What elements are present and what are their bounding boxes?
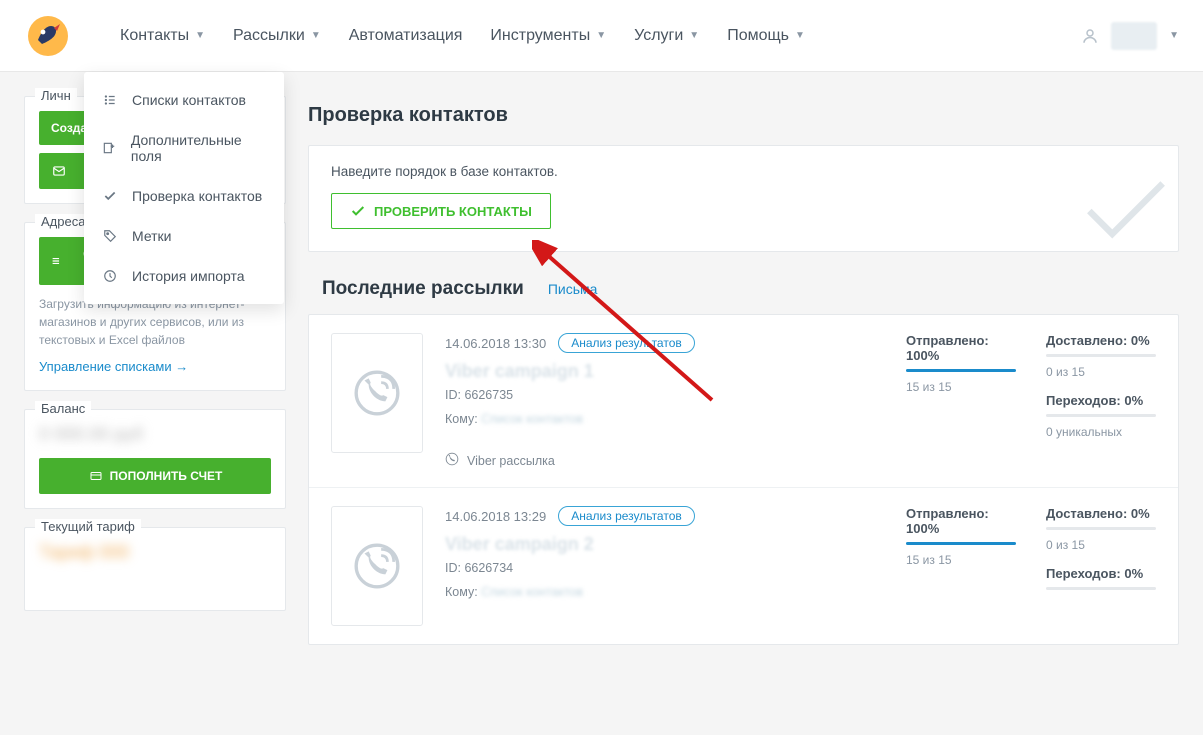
stat-delivered: Доставлено: 0% 0 из 15 Переходов: 0% bbox=[1046, 506, 1156, 598]
last-campaigns-title: Последние рассылки bbox=[322, 278, 524, 300]
page-title: Проверка контактов bbox=[308, 104, 1179, 127]
nav-item-5[interactable]: Помощь▼ bbox=[727, 27, 805, 45]
campaign-recipients: Кому: Список контактов bbox=[445, 585, 884, 599]
check-icon bbox=[102, 188, 118, 204]
campaign-type: Viber рассылка bbox=[445, 452, 884, 469]
campaign-id: ID: 6626735 bbox=[445, 388, 884, 402]
panel-legend: Баланс bbox=[35, 401, 91, 416]
nav-item-0[interactable]: Контакты▼ bbox=[120, 27, 205, 45]
stat-sent: Отправлено: 100% 15 из 15 bbox=[906, 506, 1016, 598]
caret-down-icon: ▼ bbox=[689, 30, 699, 41]
sidebar-panel-balance: Баланс 0 000.00 руб ПОПОЛНИТЬ СЧЕТ bbox=[24, 409, 286, 509]
nav-item-2[interactable]: Автоматизация bbox=[349, 27, 463, 45]
check-contacts-button[interactable]: ПРОВЕРИТЬ КОНТАКТЫ bbox=[331, 193, 551, 229]
caret-down-icon: ▼ bbox=[596, 30, 606, 41]
card-icon bbox=[88, 470, 104, 482]
campaign-name-blurred[interactable]: Viber campaign 1 bbox=[445, 361, 884, 382]
user-menu[interactable]: ▼ bbox=[1081, 22, 1179, 50]
list-icon bbox=[51, 255, 61, 267]
tariff-name-blurred: Тариф 000 bbox=[39, 542, 271, 566]
check-hint: Наведите порядок в базе контактов. bbox=[331, 164, 1156, 179]
main-content: Проверка контактов Наведите порядок в ба… bbox=[308, 96, 1179, 645]
nav-item-1[interactable]: Рассылки▼ bbox=[233, 27, 321, 45]
campaign-row: 14.06.2018 13:30 Анализ результатов Vibe… bbox=[309, 315, 1178, 488]
nav-item-4[interactable]: Услуги▼ bbox=[634, 27, 699, 45]
campaign-row: 14.06.2018 13:29 Анализ результатов Vibe… bbox=[309, 488, 1178, 644]
panel-legend: Личн bbox=[35, 88, 77, 103]
contacts-dropdown: Списки контактовДополнительные поляПрове… bbox=[84, 72, 284, 304]
caret-down-icon: ▼ bbox=[311, 30, 321, 41]
campaign-stats: Отправлено: 100% 15 из 15 Доставлено: 0%… bbox=[906, 333, 1156, 453]
balance-amount-blurred: 0 000.00 руб bbox=[39, 424, 271, 448]
app-logo[interactable] bbox=[24, 12, 72, 60]
dropdown-item-0[interactable]: Списки контактов bbox=[84, 80, 284, 120]
caret-down-icon: ▼ bbox=[1169, 30, 1179, 41]
campaign-thumbnail[interactable] bbox=[331, 506, 423, 626]
manage-lists-link[interactable]: Управление списками → bbox=[39, 359, 188, 374]
topup-button[interactable]: ПОПОЛНИТЬ СЧЕТ bbox=[39, 458, 271, 494]
campaign-name-blurred[interactable]: Viber campaign 2 bbox=[445, 534, 884, 555]
dropdown-item-4[interactable]: История импорта bbox=[84, 256, 284, 296]
dropdown-item-1[interactable]: Дополнительные поля bbox=[84, 120, 284, 176]
campaign-id: ID: 6626734 bbox=[445, 561, 884, 575]
user-name-blurred bbox=[1111, 22, 1157, 50]
check-icon bbox=[350, 203, 366, 219]
dropdown-item-2[interactable]: Проверка контактов bbox=[84, 176, 284, 216]
tab-letters[interactable]: Письма bbox=[548, 281, 598, 297]
add-field-icon bbox=[102, 140, 117, 156]
campaign-list: 14.06.2018 13:30 Анализ результатов Vibe… bbox=[308, 314, 1179, 645]
top-navigation: Контакты▼ Рассылки▼ Автоматизация Инструмен… bbox=[0, 0, 1203, 72]
list-icon bbox=[102, 92, 118, 108]
analyze-results-link[interactable]: Анализ результатов bbox=[558, 333, 695, 353]
campaign-recipients: Кому: Список контактов bbox=[445, 412, 884, 426]
stat-sent: Отправлено: 100% 15 из 15 bbox=[906, 333, 1016, 453]
campaign-info: 14.06.2018 13:29 Анализ результатов Vibe… bbox=[445, 506, 884, 599]
user-icon bbox=[1081, 27, 1099, 45]
section-tabs: Последние рассылки Письма bbox=[308, 278, 1179, 300]
analyze-results-link[interactable]: Анализ результатов bbox=[558, 506, 695, 526]
check-contacts-card: Наведите порядок в базе контактов. ПРОВЕ… bbox=[308, 145, 1179, 252]
caret-down-icon: ▼ bbox=[795, 30, 805, 41]
history-icon bbox=[102, 268, 118, 284]
stat-delivered: Доставлено: 0% 0 из 15 Переходов: 0% 0 у… bbox=[1046, 333, 1156, 453]
tag-icon bbox=[102, 228, 118, 244]
panel-legend: Текущий тариф bbox=[35, 519, 141, 534]
decorative-check-icon bbox=[1056, 156, 1179, 252]
campaign-datetime: 14.06.2018 13:29 bbox=[445, 509, 546, 524]
campaign-stats: Отправлено: 100% 15 из 15 Доставлено: 0%… bbox=[906, 506, 1156, 598]
nav-item-3[interactable]: Инструменты▼ bbox=[490, 27, 606, 45]
sidebar-panel-tariff: Текущий тариф Тариф 000 bbox=[24, 527, 286, 611]
campaign-info: 14.06.2018 13:30 Анализ результатов Vibe… bbox=[445, 333, 884, 469]
caret-down-icon: ▼ bbox=[195, 30, 205, 41]
main-nav: Контакты▼ Рассылки▼ Автоматизация Инструмен… bbox=[120, 27, 805, 45]
campaign-datetime: 14.06.2018 13:30 bbox=[445, 336, 546, 351]
viber-icon bbox=[445, 452, 459, 469]
mail-icon bbox=[51, 164, 67, 178]
dropdown-item-3[interactable]: Метки bbox=[84, 216, 284, 256]
campaign-thumbnail[interactable] bbox=[331, 333, 423, 453]
